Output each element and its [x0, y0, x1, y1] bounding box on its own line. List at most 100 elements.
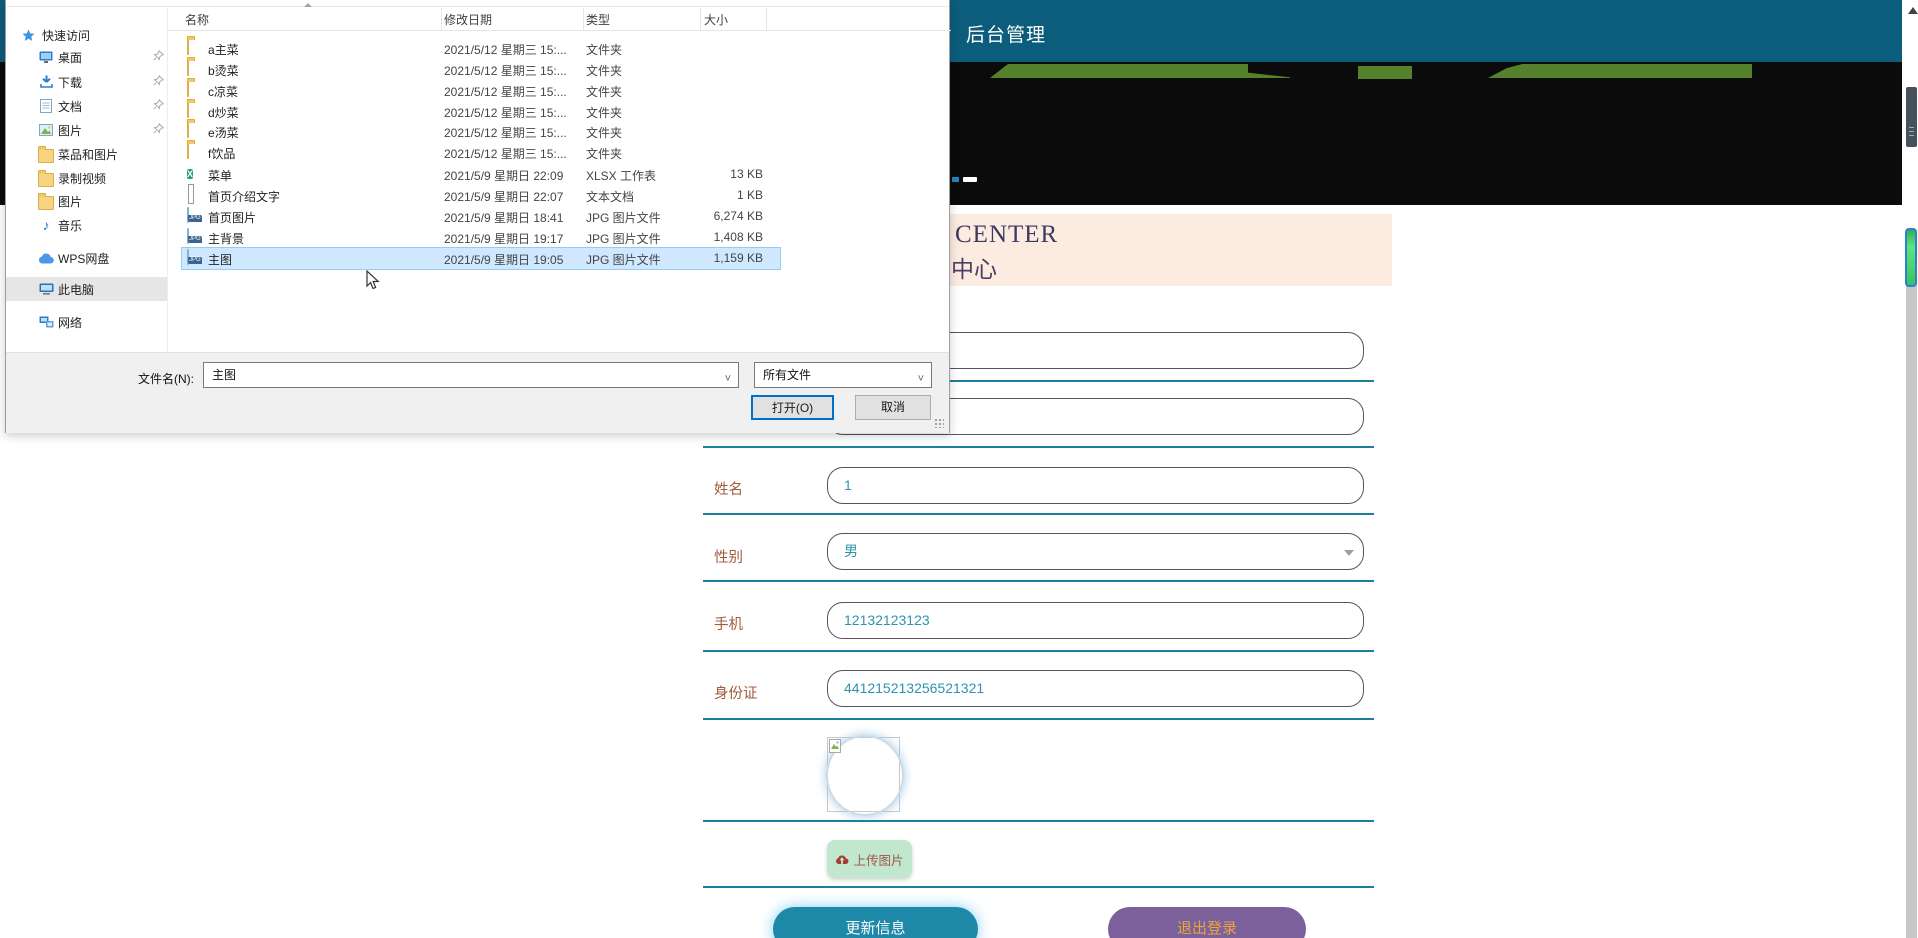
phone-input[interactable]: 12132123123: [827, 602, 1364, 639]
column-divider[interactable]: [700, 8, 701, 30]
file-row-selected[interactable]: JPG 主图 2021/5/9 星期日 19:05 JPG 图片文件 1,159…: [181, 247, 781, 270]
file-row[interactable]: c凉菜 2021/5/12 星期三 15:... 文件夹: [182, 80, 780, 101]
file-row[interactable]: f饮品 2021/5/12 星期三 15:... 文件夹: [182, 142, 780, 163]
file-row[interactable]: JPG 主背景 2021/5/9 星期日 19:17 JPG 图片文件 1,40…: [182, 227, 780, 248]
file-type: 文件夹: [586, 43, 623, 57]
document-icon: [38, 98, 54, 114]
file-date: 2021/5/9 星期日 22:07: [444, 190, 564, 204]
sidebar-item-this-pc[interactable]: 此电脑: [6, 277, 167, 301]
file-type: 文件夹: [586, 106, 623, 120]
resize-grip[interactable]: [935, 419, 944, 428]
file-row[interactable]: JPG 首页图片 2021/5/9 星期日 18:41 JPG 图片文件 6,2…: [182, 206, 780, 227]
name-input[interactable]: 1: [827, 467, 1364, 504]
scrollbar-thumb[interactable]: [1906, 87, 1917, 147]
file-size: 13 KB: [730, 167, 763, 181]
cancel-button[interactable]: 取消: [855, 395, 931, 420]
folder-icon: [38, 169, 54, 187]
sidebar-item-quick-access[interactable]: 快速访问: [6, 24, 167, 46]
star-icon: [20, 27, 36, 43]
pictures-icon: [38, 122, 54, 138]
filename-value: 主图: [212, 368, 237, 382]
file-row[interactable]: X 菜单 2021/5/9 星期日 22:09 XLSX 工作表 13 KB: [182, 164, 780, 185]
network-icon: [38, 314, 54, 330]
sidebar-item-label: 菜品和图片: [58, 147, 119, 162]
filename-input[interactable]: 主图 ˅: [203, 362, 739, 388]
update-info-button[interactable]: 更新信息: [773, 907, 978, 938]
folder-icon: [187, 81, 203, 98]
sidebar-item-pictures[interactable]: 图片: [6, 119, 167, 141]
file-type: 文本文档: [586, 190, 635, 204]
file-name: e汤菜: [208, 126, 239, 140]
download-icon: [38, 74, 54, 90]
logout-button[interactable]: 退出登录: [1108, 907, 1306, 938]
column-header-name[interactable]: 名称: [185, 11, 209, 28]
chevron-down-icon[interactable]: ˅: [725, 367, 731, 391]
excel-file-icon: X: [187, 169, 194, 179]
column-divider[interactable]: [441, 8, 442, 30]
file-date: 2021/5/9 星期日 18:41: [444, 211, 564, 225]
sidebar-item-dishes-folder[interactable]: 菜品和图片: [6, 143, 167, 165]
file-name: d炒菜: [208, 106, 239, 120]
sidebar-item-recordings-folder[interactable]: 录制视频: [6, 167, 167, 189]
carousel-indicator-active[interactable]: [952, 177, 959, 182]
sidebar-item-desktop[interactable]: 桌面: [6, 46, 167, 68]
file-open-dialog: 快速访问 桌面 下载 文档 图片 菜品和图片 录制视频 图片 ♪ 音乐 WPS网…: [5, 0, 951, 433]
file-type: XLSX 工作表: [586, 169, 657, 183]
scrollbar-track[interactable]: [1906, 253, 1917, 938]
sidebar-item-label: 桌面: [58, 50, 83, 65]
gender-select[interactable]: 男: [827, 533, 1364, 570]
sidebar-item-downloads[interactable]: 下载: [6, 71, 167, 93]
file-row[interactable]: 首页介绍文字 2021/5/9 星期日 22:07 文本文档 1 KB: [182, 184, 780, 206]
file-row[interactable]: b烫菜 2021/5/12 星期三 15:... 文件夹: [182, 59, 780, 80]
open-button[interactable]: 打开(O): [751, 395, 834, 420]
file-type: 文件夹: [586, 147, 623, 161]
folder-icon: [38, 145, 54, 163]
file-name: 首页介绍文字: [208, 190, 281, 204]
sidebar-item-pictures-folder[interactable]: 图片: [6, 190, 167, 212]
file-row[interactable]: e汤菜 2021/5/12 星期三 15:... 文件夹: [182, 121, 780, 142]
text-file-icon: [187, 184, 203, 204]
banner-title-zh: 中心: [951, 257, 997, 282]
sidebar-item-label: 文档: [58, 99, 83, 114]
file-type: 文件夹: [586, 126, 623, 140]
filetype-select[interactable]: 所有文件 ˅: [754, 362, 932, 388]
file-name: c凉菜: [208, 85, 239, 99]
hero-green-shape: [1488, 64, 1752, 78]
sidebar-item-music[interactable]: ♪ 音乐: [6, 214, 167, 236]
file-row[interactable]: a主菜 2021/5/12 星期三 15:... 文件夹: [182, 38, 780, 59]
jpg-file-icon: JPG: [187, 249, 203, 266]
sidebar-item-network[interactable]: 网络: [6, 311, 167, 333]
file-date: 2021/5/9 星期日 22:09: [444, 169, 564, 183]
filetype-value: 所有文件: [763, 368, 812, 382]
cloud-upload-icon: [836, 855, 849, 864]
file-name: 主背景: [208, 232, 245, 246]
name-label: 姓名: [714, 482, 743, 498]
column-divider[interactable]: [583, 8, 584, 30]
carousel-indicator[interactable]: [963, 177, 977, 182]
column-header-size[interactable]: 大小: [704, 11, 728, 28]
sidebar-item-wps-cloud[interactable]: WPS网盘: [6, 247, 167, 269]
file-row[interactable]: d炒菜 2021/5/12 星期三 15:... 文件夹: [182, 101, 780, 122]
column-header-date[interactable]: 修改日期: [444, 11, 492, 28]
column-divider[interactable]: [766, 8, 767, 30]
folder-icon: [187, 143, 203, 160]
idcard-input[interactable]: 441215213256521321: [827, 670, 1364, 707]
file-size: 1 KB: [736, 188, 763, 202]
folder-icon: [38, 192, 54, 210]
column-header-type[interactable]: 类型: [586, 11, 610, 28]
chevron-down-icon: [1344, 550, 1354, 556]
form-divider: [703, 513, 1374, 515]
sidebar-item-label: 快速访问: [42, 28, 91, 43]
pin-icon: [153, 123, 164, 134]
form-divider: [703, 718, 1374, 720]
scrollbar-green-marker[interactable]: [1905, 228, 1917, 287]
file-date: 2021/5/12 星期三 15:...: [444, 43, 567, 57]
scroll-up-arrow-icon[interactable]: [1908, 7, 1918, 14]
sort-ascending-icon: [304, 3, 312, 7]
upload-image-button[interactable]: 上传图片: [827, 840, 912, 878]
sidebar-item-documents[interactable]: 文档: [6, 95, 167, 117]
upload-image-label: 上传图片: [853, 853, 904, 868]
jpg-file-icon: JPG: [187, 228, 203, 245]
chevron-down-icon[interactable]: ˅: [918, 367, 924, 391]
filename-label: 文件名(N):: [138, 372, 194, 386]
